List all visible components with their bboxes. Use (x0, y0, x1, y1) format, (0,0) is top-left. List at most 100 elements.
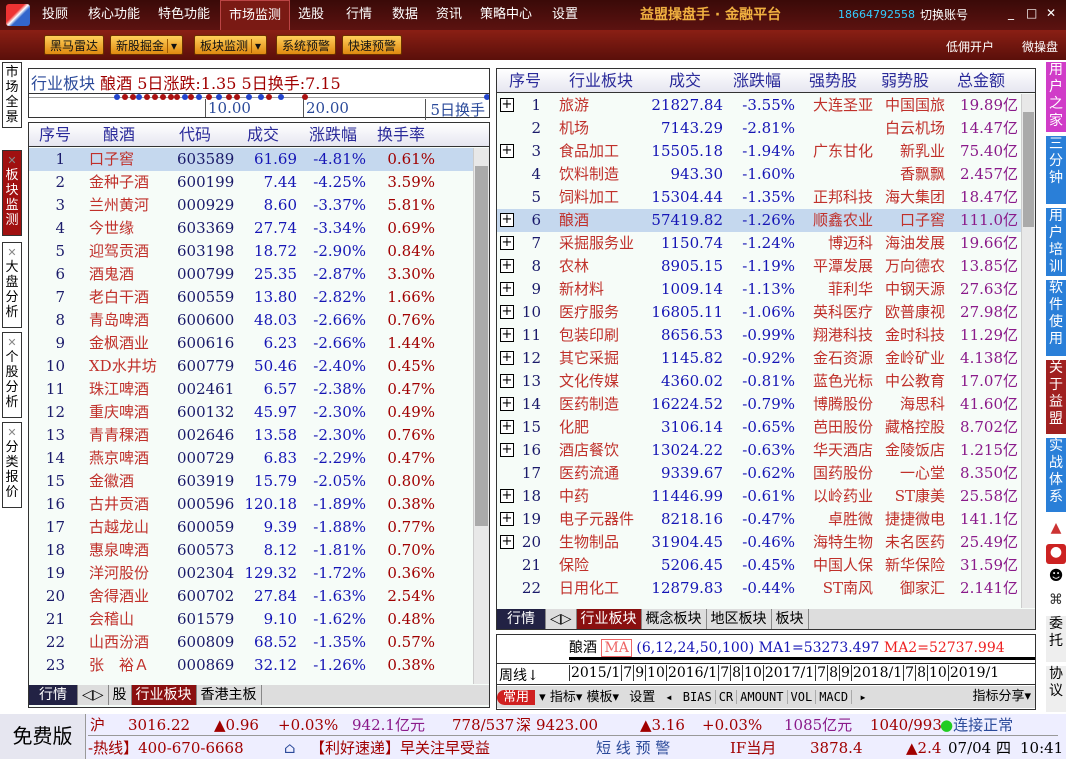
menu-item[interactable]: 市场监测 (220, 0, 291, 30)
table-row[interactable]: +1 旅游 21827.84 -3.55% 大连圣亚 中国国旅 19.89亿 (497, 94, 1021, 117)
expand-icon[interactable]: + (500, 98, 514, 112)
dropdown-arrow-icon[interactable]: ▾ (167, 39, 178, 53)
table-row[interactable]: 7 老白干酒 600559 13.80 -2.82% 1.66% (29, 286, 473, 309)
table-row[interactable]: +15 化肥 3106.14 -0.65% 芭田股份 藏格控股 8.702亿 (497, 416, 1021, 439)
tab-market-overview[interactable]: 市场全景 (2, 62, 22, 128)
menu-item[interactable]: 策略中心 (472, 0, 540, 30)
indicator-button[interactable]: 指标 (550, 690, 576, 705)
short-term-alert[interactable]: 短 线 预 警 (596, 737, 670, 759)
table-row[interactable]: 15 金徽酒 603919 15.79 -2.05% 0.80% (29, 470, 473, 493)
table-row[interactable]: +19 电子元器件 8218.16 -0.47% 卓胜微 捷捷微电 141.1亿 (497, 508, 1021, 531)
close-tab-icon[interactable]: ✕ (3, 335, 21, 350)
column-header[interactable]: 涨跌幅 (309, 123, 357, 147)
sidebar-link[interactable]: 实战体系 (1046, 438, 1066, 512)
sidebar-link[interactable]: 用户之家 (1046, 62, 1066, 132)
switch-account-link[interactable]: 切换账号 (920, 0, 968, 30)
qq-icon[interactable]: ☻ (1046, 568, 1066, 588)
table-row[interactable]: 16 古井贡酒 000596 120.18 -1.89% 0.38% (29, 493, 473, 516)
common-button[interactable]: 常用 (497, 690, 536, 705)
expand-icon[interactable]: + (500, 535, 514, 549)
menu-item[interactable]: 资讯 (428, 0, 470, 30)
table-row[interactable]: 17 医药流通 9339.67 -0.62% 国药股份 一心堂 8.350亿 (497, 462, 1021, 485)
micro-trade-link[interactable]: 微操盘 (1022, 38, 1058, 55)
indicator-bias[interactable]: BIAS (679, 690, 716, 704)
column-header[interactable]: 成交 (247, 123, 279, 147)
table-row[interactable]: +14 医药制造 16224.52 -0.79% 博腾股份 海思科 41.60亿 (497, 393, 1021, 416)
tool-icon[interactable]: ⌘ (1046, 592, 1066, 612)
vertical-scrollbar[interactable] (1021, 94, 1035, 608)
maximize-icon[interactable]: □ (1026, 6, 1037, 20)
quick-alert-button[interactable]: 快速预警 (342, 35, 403, 55)
table-row[interactable]: 20 舍得酒业 600702 27.84 -1.63% 2.54% (29, 585, 473, 608)
vertical-scrollbar[interactable] (473, 148, 489, 684)
prev-tab-icon[interactable]: ◁▷ (78, 685, 109, 705)
indicator-macd[interactable]: MACD (816, 690, 853, 704)
expand-icon[interactable]: + (500, 328, 514, 342)
table-row[interactable]: 5 饲料加工 15304.44 -1.35% 正邦科技 海大集团 18.47亿 (497, 186, 1021, 209)
share-indicator-button[interactable]: 指标分享▾ (972, 686, 1031, 708)
table-row[interactable]: +3 食品加工 15505.18 -1.94% 广东甘化 新乳业 75.40亿 (497, 140, 1021, 163)
alert-bell-icon[interactable]: ▲ (1046, 520, 1066, 540)
table-row[interactable]: +7 采掘服务业 1150.74 -1.24% 博迈科 海油发展 19.66亿 (497, 232, 1021, 255)
table-row[interactable]: 2 金种子酒 600199 7.44 -4.25% 3.59% (29, 171, 473, 194)
expand-icon[interactable]: + (500, 420, 514, 434)
column-header[interactable]: 弱势股 (881, 69, 929, 93)
table-row[interactable]: 22 山西汾酒 600809 68.52 -1.35% 0.57% (29, 631, 473, 654)
heima-radar-button[interactable]: 黑马雷达 (44, 35, 105, 55)
table-row[interactable]: +20 生物制品 31904.45 -0.46% 海特生物 未名医药 25.49亿 (497, 531, 1021, 554)
table-row[interactable]: +16 酒店餐饮 13024.22 -0.63% 华天酒店 金陵饭店 1.215亿 (497, 439, 1021, 462)
column-header[interactable]: 强势股 (809, 69, 857, 93)
sidebar-link[interactable]: 用户培训 (1046, 208, 1066, 276)
table-row[interactable]: 4 饮料制造 943.30 -1.60% 香飘飘 2.457亿 (497, 163, 1021, 186)
system-alert-button[interactable]: 系统预警 (276, 35, 337, 55)
table-row[interactable]: 11 珠江啤酒 002461 6.57 -2.38% 0.47% (29, 378, 473, 401)
close-tab-icon[interactable]: ✕ (3, 425, 21, 440)
table-row[interactable]: 21 保险 5206.45 -0.45% 中国人保 新华保险 31.59亿 (497, 554, 1021, 577)
menu-item[interactable]: 选股 (290, 0, 332, 30)
column-header[interactable]: 行业板块 (569, 69, 633, 93)
expand-icon[interactable]: + (500, 397, 514, 411)
tab-sector-monitor[interactable]: ✕ 板块监测 (2, 150, 22, 236)
table-row[interactable]: +9 新材料 1009.14 -1.13% 菲利华 中钢天源 27.63亿 (497, 278, 1021, 301)
expand-icon[interactable]: + (500, 443, 514, 457)
table-row[interactable]: 6 酒鬼酒 000799 25.35 -2.87% 3.30% (29, 263, 473, 286)
tab-quotes[interactable]: 行情 (29, 685, 78, 705)
table-row[interactable]: 4 今世缘 603369 27.74 -3.34% 0.69% (29, 217, 473, 240)
menu-item[interactable]: 行情 (338, 0, 380, 30)
close-tab-icon[interactable]: ✕ (3, 153, 21, 168)
expand-icon[interactable]: + (500, 374, 514, 388)
column-header[interactable]: 酿酒 (103, 123, 135, 147)
close-tab-icon[interactable]: ✕ (3, 245, 21, 260)
agreement-button[interactable]: 协议 (1046, 666, 1066, 712)
column-header[interactable]: 涨跌幅 (733, 69, 781, 93)
home-icon[interactable]: ⌂ (284, 737, 295, 759)
table-row[interactable]: 18 惠泉啤酒 600573 8.12 -1.81% 0.70% (29, 539, 473, 562)
column-header[interactable]: 序号 (509, 69, 541, 93)
expand-icon[interactable]: + (500, 144, 514, 158)
table-row[interactable]: 21 会稽山 601579 9.10 -1.62% 0.48% (29, 608, 473, 631)
ma-dropdown[interactable]: MA (601, 639, 632, 657)
table-row[interactable]: 5 迎驾贡酒 603198 18.72 -2.90% 0.84% (29, 240, 473, 263)
column-header[interactable]: 总金额 (957, 69, 1005, 93)
scroll-right-icon[interactable]: ▸ (852, 690, 866, 704)
tab-concept-sector[interactable]: 概念板块 (642, 609, 707, 629)
tab-market-analysis[interactable]: ✕ 大盘分析 (2, 242, 22, 328)
table-row[interactable]: +8 农林 8905.15 -1.19% 平潭发展 万向德农 13.85亿 (497, 255, 1021, 278)
news-link[interactable]: 【利好速递】早关注早受益 (310, 737, 490, 759)
indicator-vol[interactable]: VOL (787, 690, 817, 704)
indicator-cr[interactable]: CR (715, 690, 738, 704)
sidebar-link[interactable]: 软件使用 (1046, 280, 1066, 356)
template-button[interactable]: 模板 (587, 690, 613, 705)
table-row[interactable]: 17 古越龙山 600059 9.39 -1.88% 0.77% (29, 516, 473, 539)
new-stock-button[interactable]: 新股掘金 ▾ (110, 35, 184, 55)
expand-icon[interactable]: + (500, 282, 514, 296)
indicator-amount[interactable]: AMOUNT (737, 690, 788, 704)
table-row[interactable]: 1 口子窖 603589 61.69 -4.81% 0.61% (29, 148, 473, 171)
menu-item[interactable]: 特色功能 (150, 0, 218, 30)
tab-stock-analysis[interactable]: ✕ 个股分析 (2, 332, 22, 418)
column-header[interactable]: 成交 (669, 69, 701, 93)
table-row[interactable]: +12 其它采掘 1145.82 -0.92% 金石资源 金岭矿业 4.138亿 (497, 347, 1021, 370)
close-icon[interactable]: ✕ (1046, 6, 1056, 20)
table-row[interactable]: 13 青青稞酒 002646 13.58 -2.30% 0.76% (29, 424, 473, 447)
expand-icon[interactable]: + (500, 512, 514, 526)
